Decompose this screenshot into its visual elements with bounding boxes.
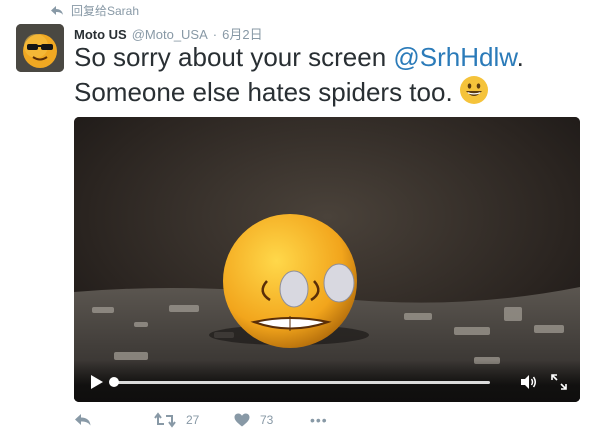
video-player[interactable]	[74, 117, 580, 402]
retweet-button[interactable]: 27	[154, 412, 234, 428]
reply-button[interactable]	[74, 412, 154, 428]
heart-icon	[234, 413, 250, 427]
more-button[interactable]: •••	[310, 412, 328, 428]
retweet-count: 27	[186, 413, 200, 427]
reply-icon	[75, 414, 91, 426]
progress-scrubber[interactable]	[109, 377, 119, 387]
progress-bar[interactable]	[109, 377, 490, 387]
tweet-text: So sorry about your screen @SrhHdlw. Som…	[74, 40, 584, 110]
avatar[interactable]	[16, 24, 64, 72]
fullscreen-icon[interactable]	[551, 374, 567, 390]
play-icon[interactable]	[90, 374, 104, 390]
reply-context[interactable]: 回复给Sarah	[50, 2, 139, 19]
volume-icon[interactable]	[520, 374, 538, 390]
reply-context-text: 回复给Sarah	[71, 4, 140, 18]
reply-arrow-icon	[51, 5, 63, 15]
retweet-icon	[154, 412, 176, 428]
like-count: 73	[260, 413, 274, 427]
tweet-actions: 27 73 •••	[74, 412, 328, 428]
more-dots-icon: •••	[310, 412, 328, 428]
mention-link[interactable]: @SrhHdlw	[393, 42, 516, 72]
grinning-face-icon	[459, 76, 488, 104]
video-controls	[74, 360, 580, 402]
like-button[interactable]: 73	[234, 413, 310, 427]
tweet-text-before: So sorry about your screen	[74, 42, 394, 72]
